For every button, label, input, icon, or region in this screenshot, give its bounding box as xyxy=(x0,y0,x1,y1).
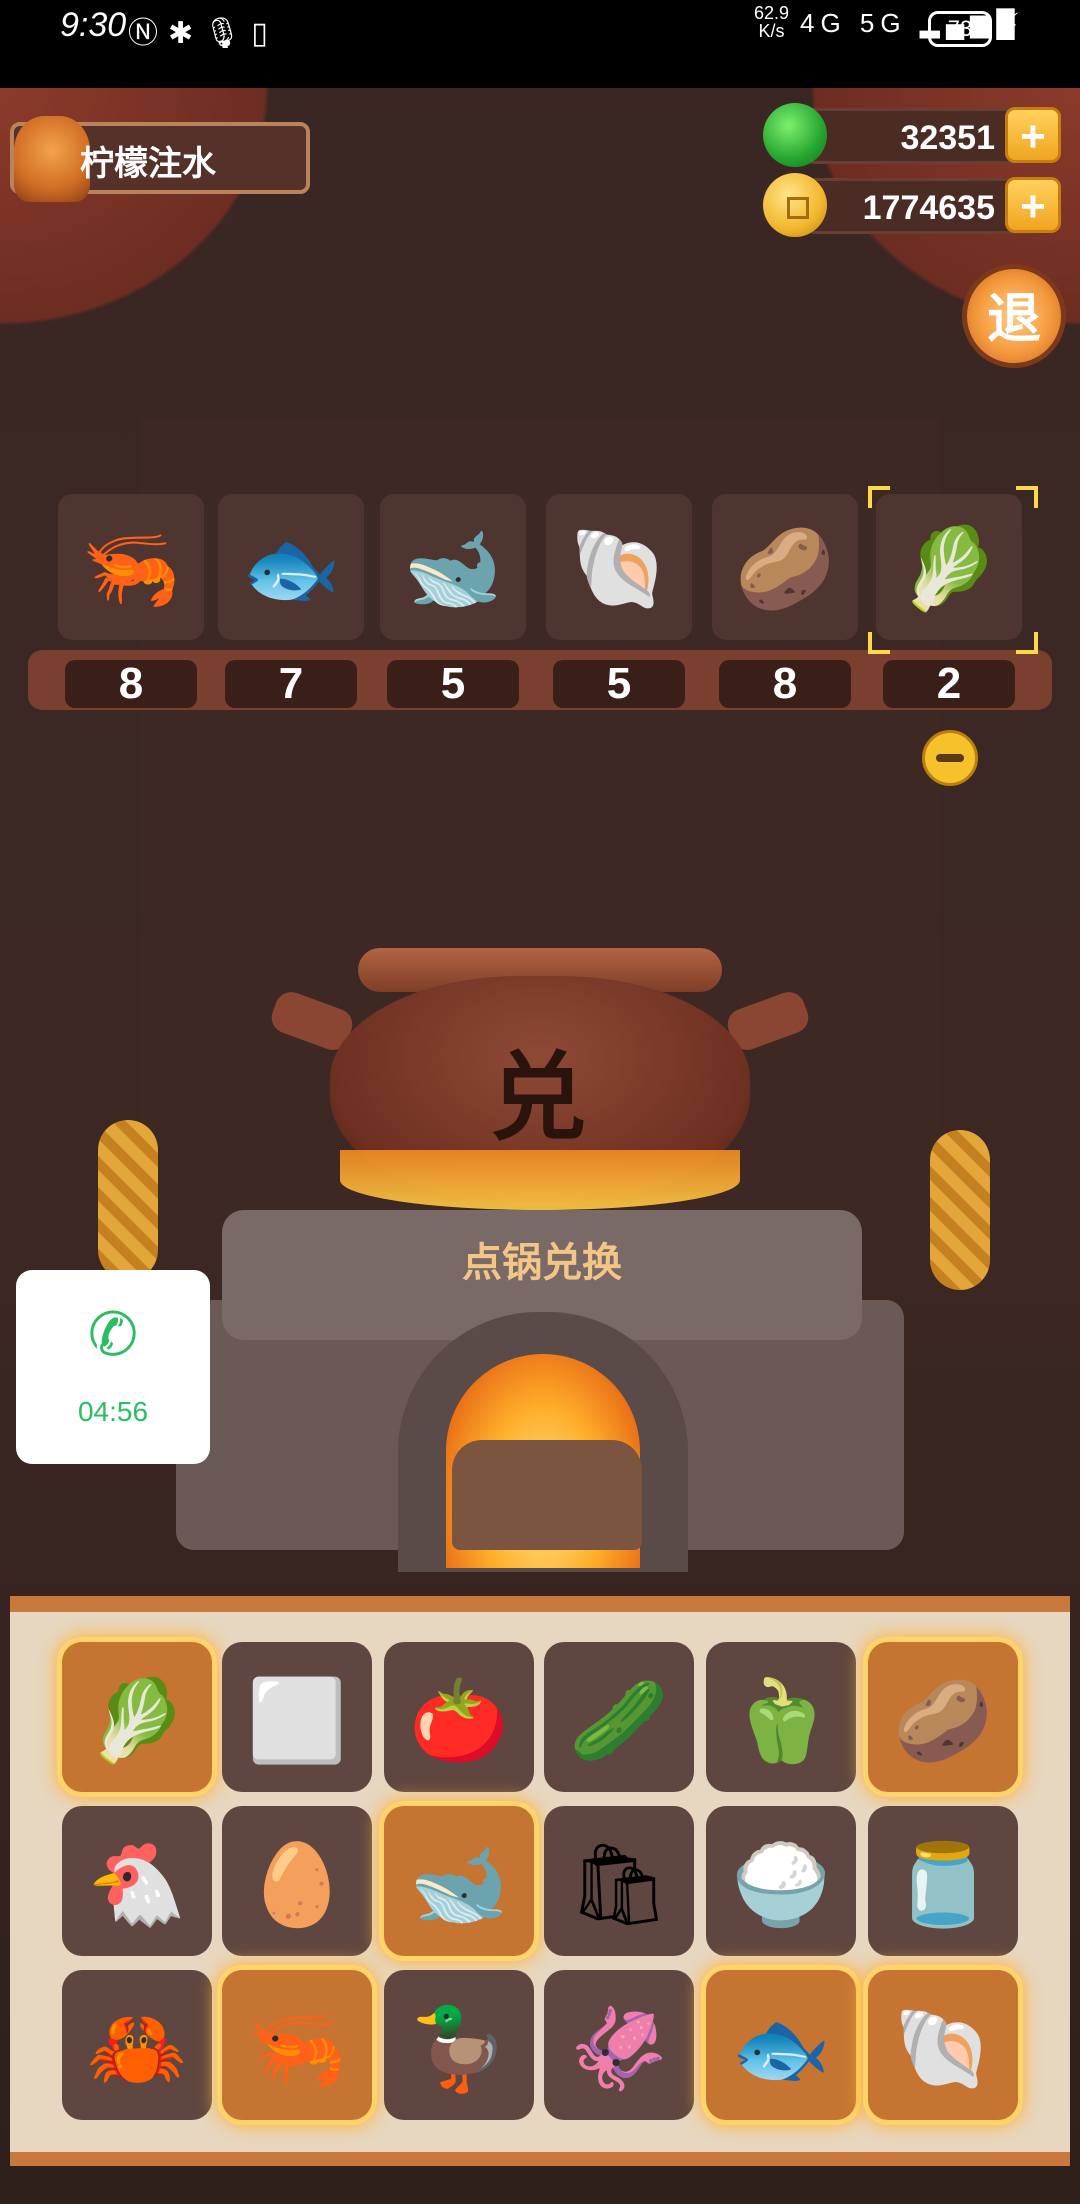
ingredient-green-pepper[interactable]: 🫑 xyxy=(706,1642,856,1792)
jade-counter: 32351 + xyxy=(763,103,1061,167)
ingredient-tomato[interactable]: 🍅 xyxy=(384,1642,534,1792)
chicken-icon: 🐔 xyxy=(87,1840,187,1929)
jade-value: 32351 xyxy=(900,119,995,157)
green-onion-icon: 🥬 xyxy=(899,524,999,613)
coin-counter: 1774635 + xyxy=(763,173,1061,237)
shrimp-icon: 🦐 xyxy=(81,524,181,613)
rice-bowl-icon: 🍚 xyxy=(731,1840,831,1929)
add-jade-button[interactable]: + xyxy=(1005,107,1061,163)
green-onion-icon: 🥬 xyxy=(87,1676,187,1765)
exchange-label[interactable]: 点锅兑换 xyxy=(222,1230,862,1288)
coin-icon xyxy=(763,173,827,237)
crab-icon: 🦀 xyxy=(87,2004,187,2093)
selection-bracket xyxy=(1016,632,1038,654)
selected-slot-clam[interactable]: 🐚 xyxy=(546,494,692,640)
net-speed: 62.9 K/s xyxy=(754,3,790,41)
ingredient-jar[interactable]: 🫙 xyxy=(868,1806,1018,1956)
ingredient-green-onion[interactable]: 🥬 xyxy=(62,1642,212,1792)
phone-icon: ✆ xyxy=(87,1301,139,1368)
clam-icon: 🐚 xyxy=(569,524,669,613)
shrimp-icon: 🦐 xyxy=(247,2004,347,2093)
remove-ingredient-button[interactable] xyxy=(922,730,978,786)
corn-hanging-right xyxy=(930,1130,990,1290)
firewood-logs xyxy=(452,1440,642,1550)
green-pepper-icon: 🫑 xyxy=(731,1676,831,1765)
cucumber-icon: 🥒 xyxy=(569,1676,669,1765)
red-fish-icon: 🐟 xyxy=(241,524,341,613)
ingredient-tofu[interactable]: ⬜ xyxy=(222,1642,372,1792)
ingredient-cucumber[interactable]: 🥒 xyxy=(544,1642,694,1792)
mic-icon: 🎙 xyxy=(203,17,252,50)
bluetooth-icon: ✱ xyxy=(168,17,204,50)
tofu-icon: ⬜ xyxy=(247,1676,347,1765)
battery-icon: 73 xyxy=(928,11,992,47)
selected-slot-blue-fish[interactable]: 🐋 xyxy=(380,494,526,640)
status-time: 9:30 xyxy=(60,6,127,44)
ingredient-clam[interactable]: 🐚 xyxy=(868,1970,1018,2120)
status-left-icons: Ⓝ✱🎙▯ xyxy=(128,8,278,52)
ingredient-squid[interactable]: 🦑 xyxy=(544,1970,694,2120)
selection-bracket xyxy=(1016,486,1038,508)
flour-sack-icon: 🛍 xyxy=(568,1840,670,1929)
selected-count-blue-fish: 5 xyxy=(387,660,519,708)
selected-count-shrimp: 8 xyxy=(65,660,197,708)
jade-icon xyxy=(763,103,827,167)
selected-count-potato: 8 xyxy=(719,660,851,708)
ingredient-rice-bowl[interactable]: 🍚 xyxy=(706,1806,856,1956)
pot-character: 兑 xyxy=(490,1045,586,1152)
selected-slot-green-onion[interactable]: 🥬 xyxy=(876,494,1022,640)
tomato-icon: 🍅 xyxy=(409,1676,509,1765)
corn-hanging-left xyxy=(98,1120,158,1280)
ingredient-blue-fish[interactable]: 🐋 xyxy=(384,1806,534,1956)
call-widget[interactable]: ✆ 04:56 xyxy=(16,1270,210,1464)
charging-icon: ⚡ xyxy=(998,7,1021,43)
ingredient-crab[interactable]: 🦀 xyxy=(62,1970,212,2120)
ingredient-duck[interactable]: 🦆 xyxy=(384,1970,534,2120)
vibrate-icon: ▯ xyxy=(251,17,278,50)
add-coin-button[interactable]: + xyxy=(1005,177,1061,233)
blue-fish-icon: 🐋 xyxy=(409,1840,509,1929)
player-name: 柠檬注水 xyxy=(80,145,216,183)
selection-bracket xyxy=(868,486,890,508)
red-fish-icon: 🐟 xyxy=(731,2004,831,2093)
nfc-icon: Ⓝ xyxy=(128,17,168,50)
potato-icon: 🥔 xyxy=(893,1676,993,1765)
ingredient-egg[interactable]: 🥚 xyxy=(222,1806,372,1956)
exit-button[interactable]: 退 xyxy=(962,264,1066,368)
pot-flames xyxy=(340,1150,740,1210)
status-bar: 9:30 Ⓝ✱🎙▯ 62.9 K/s 4G 5G ▂▄▆█ 73 ⚡ xyxy=(0,0,1080,88)
coin-value: 1774635 xyxy=(862,189,995,227)
ingredient-chicken[interactable]: 🐔 xyxy=(62,1806,212,1956)
jar-icon: 🫙 xyxy=(893,1840,993,1929)
ingredient-potato[interactable]: 🥔 xyxy=(868,1642,1018,1792)
ingredient-red-fish[interactable]: 🐟 xyxy=(706,1970,856,2120)
player-badge[interactable]: 柠檬注水 xyxy=(10,116,310,202)
squid-icon: 🦑 xyxy=(569,2004,669,2093)
selected-count-clam: 5 xyxy=(553,660,685,708)
selection-bracket xyxy=(868,632,890,654)
selected-slot-potato[interactable]: 🥔 xyxy=(712,494,858,640)
selected-count-red-fish: 7 xyxy=(225,660,357,708)
selected-count-green-onion: 2 xyxy=(883,660,1015,708)
duck-icon: 🦆 xyxy=(409,2004,509,2093)
call-timer: 04:56 xyxy=(77,1396,149,1427)
clam-icon: 🐚 xyxy=(893,2004,993,2093)
blue-fish-icon: 🐋 xyxy=(403,524,503,613)
ingredient-flour-sack[interactable]: 🛍 xyxy=(544,1806,694,1956)
ingredient-shrimp[interactable]: 🦐 xyxy=(222,1970,372,2120)
avatar xyxy=(14,116,90,202)
selected-slot-red-fish[interactable]: 🐟 xyxy=(218,494,364,640)
selected-slot-shrimp[interactable]: 🦐 xyxy=(58,494,204,640)
potato-icon: 🥔 xyxy=(735,524,835,613)
egg-icon: 🥚 xyxy=(247,1840,347,1929)
